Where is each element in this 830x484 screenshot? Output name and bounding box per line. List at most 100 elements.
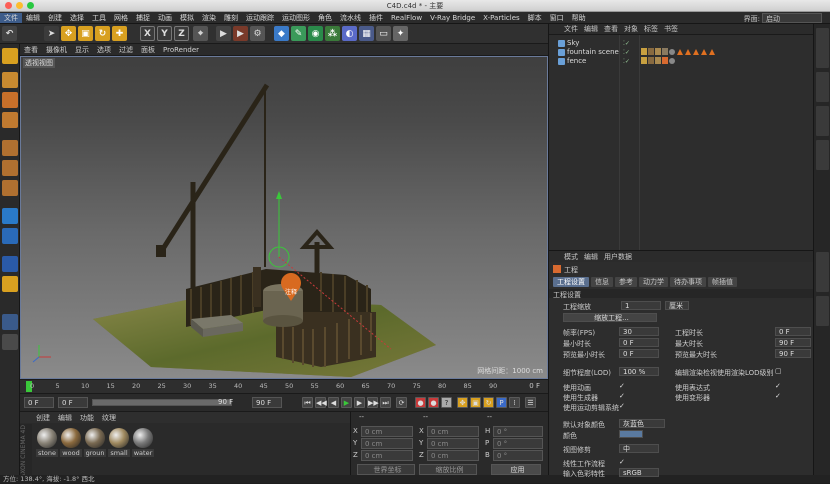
light-icon[interactable]: ✦ — [393, 26, 408, 41]
material-swatch[interactable]: wood — [60, 428, 82, 462]
project-setting-field[interactable]: 90 F — [775, 349, 811, 358]
menu-item[interactable]: 流水线 — [336, 13, 365, 23]
next-key-icon[interactable]: ▶▶ — [367, 397, 379, 408]
lock-workplane-icon[interactable] — [2, 276, 18, 292]
scale-project-button[interactable]: 缩放工程... — [563, 313, 657, 322]
object-row[interactable]: Sky ⁚✓ — [549, 39, 814, 48]
menu-item[interactable]: 文件 — [0, 12, 22, 23]
coordinate-system-icon[interactable]: ⌖ — [193, 26, 208, 41]
camera-icon[interactable]: ▭ — [376, 26, 391, 41]
attribute-tab[interactable]: 参考 — [615, 277, 637, 287]
record-key-icon[interactable]: ● — [415, 397, 426, 408]
menu-item[interactable]: 窗口 — [546, 13, 568, 23]
menu-item[interactable]: V-Ray Bridge — [426, 14, 479, 22]
recent-tool-icon[interactable]: ✚ — [112, 26, 127, 41]
material-menu-item[interactable]: 编辑 — [54, 413, 76, 423]
select-arrow-icon[interactable]: ➤ — [44, 26, 59, 41]
x-axis-lock-button[interactable]: X — [140, 26, 155, 41]
use-option-checkbox[interactable]: ✓ — [775, 393, 781, 400]
object-menu-item[interactable]: 对象 — [621, 24, 641, 34]
coord-size-field[interactable]: 0 cm — [427, 450, 479, 461]
tweak-mode-icon[interactable] — [2, 228, 18, 244]
key-position-icon[interactable]: ✥ — [457, 397, 468, 408]
layout-select[interactable]: 启动 — [762, 13, 822, 23]
objects-side-tab[interactable] — [816, 28, 829, 68]
project-setting-field[interactable]: 30 — [619, 327, 659, 336]
rotate-tool-icon[interactable]: ↻ — [95, 26, 110, 41]
timeline-ruler[interactable]: 0 5 10 15 20 25 30 35 40 45 50 55 60 65 70 75 80 85 90 0 F — [20, 379, 548, 393]
perspective-viewport[interactable]: 透视视图 注释 网格间距：1000 cm — [20, 56, 548, 379]
visibility-dots[interactable]: ⁚✓ — [623, 49, 633, 56]
coord-size-field[interactable]: 0 cm — [427, 426, 479, 437]
coord-apply-button[interactable]: 应用 — [491, 464, 541, 475]
goto-start-icon[interactable]: ⏮ — [302, 397, 313, 408]
start-frame-field[interactable]: 0 F — [24, 397, 54, 408]
viewport-menu-item[interactable]: 摄像机 — [42, 45, 71, 55]
material-swatch[interactable]: small — [108, 428, 130, 462]
coord-rotation-field[interactable]: 0 ° — [493, 450, 543, 461]
material-menu-item[interactable]: 功能 — [76, 413, 98, 423]
project-scale-field[interactable]: 1 — [621, 301, 661, 310]
object-menu-item[interactable]: 编辑 — [581, 24, 601, 34]
preview-range-slider[interactable] — [92, 399, 232, 406]
menu-item[interactable]: 雕刻 — [220, 13, 242, 23]
scene-render[interactable]: 注释 — [21, 57, 548, 379]
render-view-icon[interactable]: ▶ — [216, 26, 231, 41]
menu-item[interactable]: 编辑 — [22, 13, 44, 23]
menu-item[interactable]: 角色 — [314, 13, 336, 23]
menu-item[interactable]: X-Particles — [479, 14, 523, 22]
key-param-icon[interactable]: P — [496, 397, 507, 408]
render-settings-icon[interactable]: ⚙ — [250, 26, 265, 41]
use-option-checkbox[interactable]: ✓ — [775, 383, 781, 390]
takes-side-tab[interactable] — [816, 72, 829, 102]
color-swatch[interactable] — [619, 430, 643, 438]
scale-tool-icon[interactable]: ▣ — [78, 26, 93, 41]
cube-primitive-icon[interactable]: ◆ — [274, 26, 289, 41]
attribute-menu-item[interactable]: 编辑 — [581, 252, 601, 262]
floor-environment-icon[interactable]: ▦ — [359, 26, 374, 41]
coord-rotation-field[interactable]: 0 ° — [493, 426, 543, 437]
material-swatch[interactable]: stone — [36, 428, 58, 462]
viewport-menu-item[interactable]: 查看 — [20, 45, 42, 55]
edges-mode-icon[interactable] — [2, 160, 18, 176]
prev-frame-icon[interactable]: ◀ — [328, 397, 339, 408]
keyframe-selection-icon[interactable]: ? — [441, 397, 452, 408]
goto-end-icon[interactable]: ⏭ — [380, 397, 391, 408]
menu-item[interactable]: 选择 — [66, 13, 88, 23]
default-color-select[interactable]: 灰蓝色 — [619, 419, 665, 428]
fence-tags[interactable] — [641, 57, 701, 65]
coord-position-field[interactable]: 0 cm — [361, 450, 413, 461]
layers-side-tab[interactable] — [816, 296, 829, 326]
end-frame-field[interactable]: 90 F — [252, 397, 282, 408]
menu-item[interactable]: 捕捉 — [132, 13, 154, 23]
loop-icon[interactable]: ⟳ — [396, 397, 407, 408]
scene-annotation-pin[interactable]: 注释 — [285, 288, 297, 296]
spline-pen-icon[interactable]: ✎ — [291, 26, 306, 41]
make-editable-icon[interactable] — [2, 48, 18, 64]
project-setting-field[interactable]: 0 F — [619, 349, 659, 358]
coord-position-field[interactable]: 0 cm — [361, 426, 413, 437]
z-axis-lock-button[interactable]: Z — [174, 26, 189, 41]
visibility-dots[interactable]: ⁚✓ — [623, 58, 633, 65]
y-axis-lock-button[interactable]: Y — [157, 26, 172, 41]
menu-item[interactable]: 渲染 — [198, 13, 220, 23]
attribute-tab[interactable]: 帧插值 — [708, 277, 737, 287]
attribute-tab[interactable]: 待办事项 — [670, 277, 706, 287]
project-setting-field[interactable]: 0 F — [775, 327, 811, 336]
viewport-menu-item[interactable]: 面板 — [137, 45, 159, 55]
deformer-icon[interactable]: ◐ — [342, 26, 357, 41]
menu-item[interactable]: 插件 — [365, 13, 387, 23]
input-color-select[interactable]: sRGB — [619, 468, 659, 477]
object-menu-item[interactable]: 书签 — [661, 24, 681, 34]
content-browser-side-tab[interactable] — [816, 106, 829, 136]
subdivision-surface-icon[interactable]: ◉ — [308, 26, 323, 41]
object-menu-item[interactable]: 文件 — [561, 24, 581, 34]
attribute-tab[interactable]: 信息 — [591, 277, 613, 287]
material-swatch[interactable]: water — [132, 428, 154, 462]
menu-item[interactable]: 帮助 — [568, 13, 590, 23]
project-setting-field[interactable]: 90 F — [775, 338, 811, 347]
menu-item[interactable]: 脚本 — [524, 13, 546, 23]
undo-icon[interactable]: ↶ — [2, 26, 17, 41]
autokey-icon[interactable]: ● — [428, 397, 439, 408]
menu-item[interactable]: 创建 — [44, 13, 66, 23]
